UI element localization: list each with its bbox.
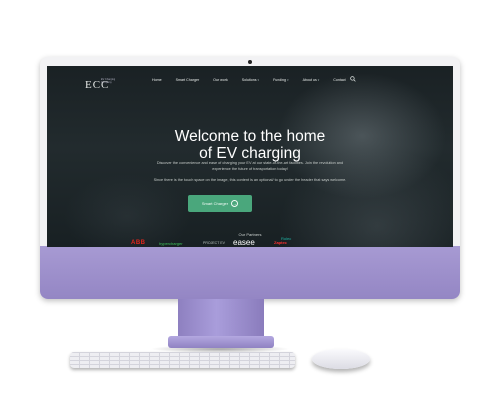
logo-subtitle: EV Charging Company [101,78,116,84]
partner-logo-abb: ABB [131,240,146,246]
nav-item-label: Home [152,78,162,82]
partner-logo-rolec: Rolec [281,236,292,241]
nav-item-label: Funding [273,78,287,82]
main-nav: Home Smart Charger Our work Solutions▾ F… [152,78,360,82]
partner-logo-hypercharger: hypercharger [159,241,183,246]
mouse [312,349,370,369]
chevron-down-icon: ▾ [287,78,289,82]
nav-item-label: Smart Charger [175,78,200,82]
nav-item-funding[interactable]: Funding▾ [273,78,289,82]
camera-icon [248,60,252,64]
nav-item-solutions[interactable]: Solutions▾ [242,78,259,82]
nav-item-label: Our work [213,78,228,82]
website-screen: ECC EV Charging Company Home Smart Charg… [47,66,453,247]
smart-charger-button[interactable]: Smart Charger → [188,195,252,212]
hero-note: Since there is the touch space on the im… [153,178,347,182]
nav-item-smart-charger[interactable]: Smart Charger [176,78,200,82]
partners-title: Our Partners [238,232,262,237]
keyboard [70,352,295,368]
chevron-down-icon: ▾ [317,78,320,82]
search-icon[interactable] [350,76,356,82]
nav-item-our-work[interactable]: Our work [213,78,228,82]
chevron-down-icon: ▾ [257,78,260,82]
monitor-chin [40,246,460,299]
hero-title-line2: of EV charging [199,145,301,162]
monitor-stand-foot [168,336,274,348]
hero-description: Discover the convenience and ease of cha… [156,161,344,171]
partner-logos: ABB hypercharger PROJECT EV easee Zaptec… [131,236,371,247]
cta-label: Smart Charger [201,201,229,206]
site-logo[interactable]: ECC EV Charging Company [85,75,115,93]
partner-logo-easee: easee [233,238,255,247]
arrow-right-circle-icon: → [231,200,239,207]
hero-title-line1: Welcome to the home [174,128,326,145]
nav-item-label: About us [302,78,317,82]
partner-logo-project-ev: PROJECT EV [203,241,225,245]
nav-item-home[interactable]: Home [152,78,162,82]
nav-item-about-us[interactable]: About us▾ [303,78,320,82]
monitor-stand [178,299,264,339]
nav-item-contact[interactable]: Contact [333,78,345,82]
hero-title: Welcome to the home of EV charging [47,128,453,162]
nav-item-label: Contact [333,78,346,82]
nav-item-label: Solutions [241,78,257,82]
